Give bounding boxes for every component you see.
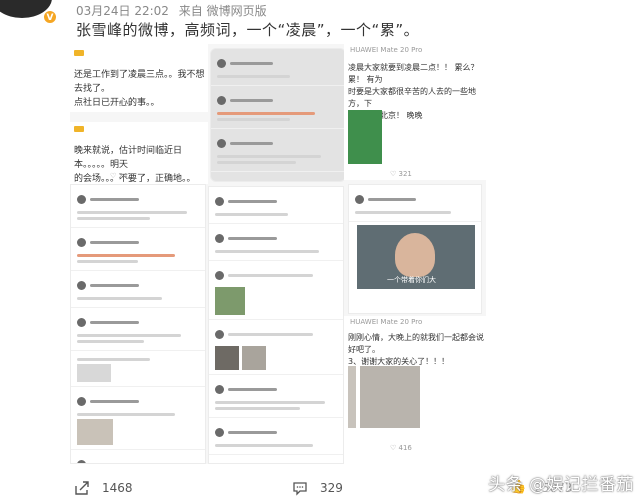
watermark: 头条 @娱记拦番茄 [488,475,634,495]
comment-count: 329 [320,481,343,495]
comment-button[interactable]: 329 [292,480,343,496]
weibo-card-3: HUAWEI Mate 20 Pro 凌晨大家就要到凌晨二点！！ 累么？ 累！ … [344,44,486,180]
crown-icon [74,50,84,56]
card4-line1: 刚刚心情，大晚上的就我们一起都会说好吧了。 [348,333,484,354]
share-icon [75,481,89,495]
post-source: 来自 微博网页版 [178,4,267,18]
card2-line1: 晚来就说，估计时间临近日本。。。。。明天 [74,146,183,170]
comment-list-2 [208,186,344,464]
card1-line1: 还是工作到了凌晨三点。。我不想去找了。 [74,70,205,94]
card3-photo [348,110,382,164]
post-date[interactable]: 03月24日 22:02 [76,4,169,18]
video-thumbnail[interactable]: 一个带着你们大 [357,225,475,289]
share-count: 1468 [102,481,133,495]
card4-like-count: 416 [398,444,412,452]
card2-like-count: 242 [118,172,132,180]
comment-screenshot-top [210,48,346,182]
post-meta: 03月24日 22:02 来自 微博网页版 [76,2,273,19]
video-caption: 一个带着你们大 [387,276,436,284]
card3-line1: 凌晨大家就要到凌晨二点！！ 累么？ 累！ 有为 [348,63,479,84]
share-button[interactable]: 1468 [74,480,133,496]
weibo-card-4: HUAWEI Mate 20 Pro 刚刚心情，大晚上的就我们一起都会说好吧了。… [344,316,486,464]
card1-like-count: 513 [118,100,132,108]
card4-device: HUAWEI Mate 20 Pro [350,318,423,326]
card3-line2: 时要是大家都很辛苦的人去的一些地方，下 [348,87,476,108]
weibo-card-1: 还是工作到了凌晨三点。。我不想去找了。 点社日已开心的事。。 ♡ 513 [70,44,208,112]
post-text: 张雪峰的微博，高频词，一个“凌晨”，一个“累”。 [76,21,420,39]
card3-device: HUAWEI Mate 20 Pro [350,46,423,54]
comment-icon [293,482,307,496]
verified-badge-icon: V [43,10,57,24]
card1-line2: 点社日已开心的事。。 [74,98,160,108]
card2-line2: 的会场。。。不要了，正确地。。 [74,174,196,184]
crown-icon [74,126,84,132]
comment-list-1 [70,184,206,464]
screenshot-collage[interactable]: 还是工作到了凌晨三点。。我不想去找了。 点社日已开心的事。。 ♡ 513 晚来就… [70,44,486,464]
video-card: 一个带着你们大 [348,184,482,314]
card4-photo [360,366,420,428]
card3-like-count: 321 [398,170,412,178]
weibo-card-2: 晚来就说，估计时间临近日本。。。。。明天 的会场。。。不要了，正确地。。 ♡ 2… [70,122,208,184]
